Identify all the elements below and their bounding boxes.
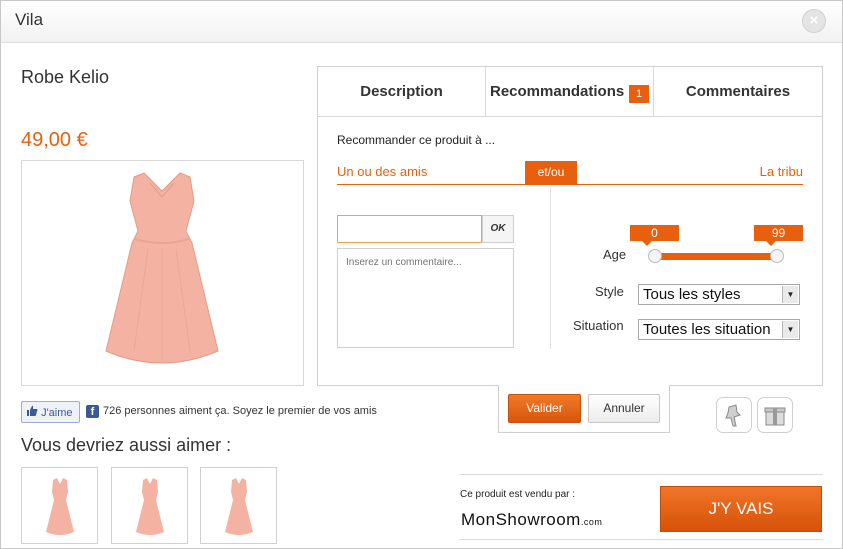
pin-button[interactable]: [716, 397, 752, 433]
dress-thumbnail-image: [136, 478, 164, 535]
dress-thumbnail-image: [46, 478, 74, 535]
option-friends[interactable]: Un ou des amis: [337, 164, 427, 179]
age-min-value: 0: [630, 225, 679, 246]
option-tribe[interactable]: La tribu: [760, 164, 803, 179]
ok-button[interactable]: OK: [482, 215, 514, 243]
friend-name-input[interactable]: [337, 215, 482, 243]
style-label: Style: [595, 284, 624, 299]
and-or-badge: et/ou: [525, 161, 577, 184]
like-count-text: 726 personnes aiment ça. Soyez le premie…: [103, 405, 377, 417]
style-select[interactable]: Tous les styles ▼: [638, 284, 800, 305]
seller-brand-suffix: .com: [580, 517, 603, 527]
product-price: 49,00 €: [21, 129, 88, 151]
facebook-icon: f: [86, 405, 99, 418]
age-min-handle[interactable]: [648, 249, 662, 263]
suggestion-thumbnail[interactable]: [21, 467, 98, 544]
age-max-value: 99: [754, 225, 803, 246]
product-popup-window: Vila × Robe Kelio 49,00 € J'aime f 726 p…: [0, 0, 843, 549]
gift-button[interactable]: [757, 397, 793, 433]
tab-description[interactable]: Description: [318, 67, 486, 117]
age-max-handle[interactable]: [770, 249, 784, 263]
go-to-shop-button[interactable]: J'Y VAIS: [660, 486, 822, 532]
dress-thumbnail-image: [225, 478, 253, 535]
seller-logo[interactable]: MonShowroom.com: [461, 510, 602, 530]
tab-commentaires[interactable]: Commentaires: [654, 67, 822, 117]
thumbs-up-icon: [26, 405, 38, 417]
age-range-track[interactable]: [653, 253, 777, 260]
seller-brand-name: MonShowroom: [461, 510, 581, 529]
sold-by-text: Ce produit est vendu par :: [460, 489, 576, 500]
suggestion-thumbnail[interactable]: [200, 467, 277, 544]
dropdown-arrow-icon: ▼: [782, 286, 798, 303]
title-bar: Vila ×: [1, 1, 842, 43]
product-name: Robe Kelio: [21, 67, 110, 87]
product-main-image[interactable]: [21, 160, 304, 386]
suggestion-thumbnail[interactable]: [111, 467, 188, 544]
recommend-panel: Description Recommandations 1 Commentair…: [317, 66, 823, 386]
tab-bar: Description Recommandations 1 Commentair…: [318, 67, 822, 117]
cancel-button[interactable]: Annuler: [588, 394, 660, 423]
pin-icon: [725, 404, 741, 427]
dress-illustration: [105, 172, 219, 364]
option-divider: [337, 184, 803, 185]
style-selected-value: Tous les styles: [643, 286, 741, 303]
validate-button[interactable]: Valider: [508, 394, 581, 423]
comment-textarea[interactable]: [337, 248, 514, 348]
dropdown-arrow-icon: ▼: [782, 321, 798, 338]
column-divider: [550, 187, 551, 349]
also-like-heading: Vous devriez aussi aimer :: [21, 435, 232, 455]
situation-select[interactable]: Toutes les situation ▼: [638, 319, 800, 340]
recommend-title: Recommander ce produit à ...: [337, 133, 496, 147]
recommandations-count-badge: 1: [629, 85, 649, 103]
like-label: J'aime: [41, 407, 73, 419]
gift-icon: [764, 407, 786, 426]
situation-label: Situation: [573, 318, 624, 333]
facebook-like-button[interactable]: J'aime: [21, 401, 80, 423]
close-button[interactable]: ×: [802, 9, 826, 33]
tab-recommandations-label: Recommandations: [490, 83, 625, 100]
situation-selected-value: Toutes les situation: [643, 321, 771, 338]
age-label: Age: [603, 247, 627, 262]
window-title: Vila: [15, 10, 44, 29]
